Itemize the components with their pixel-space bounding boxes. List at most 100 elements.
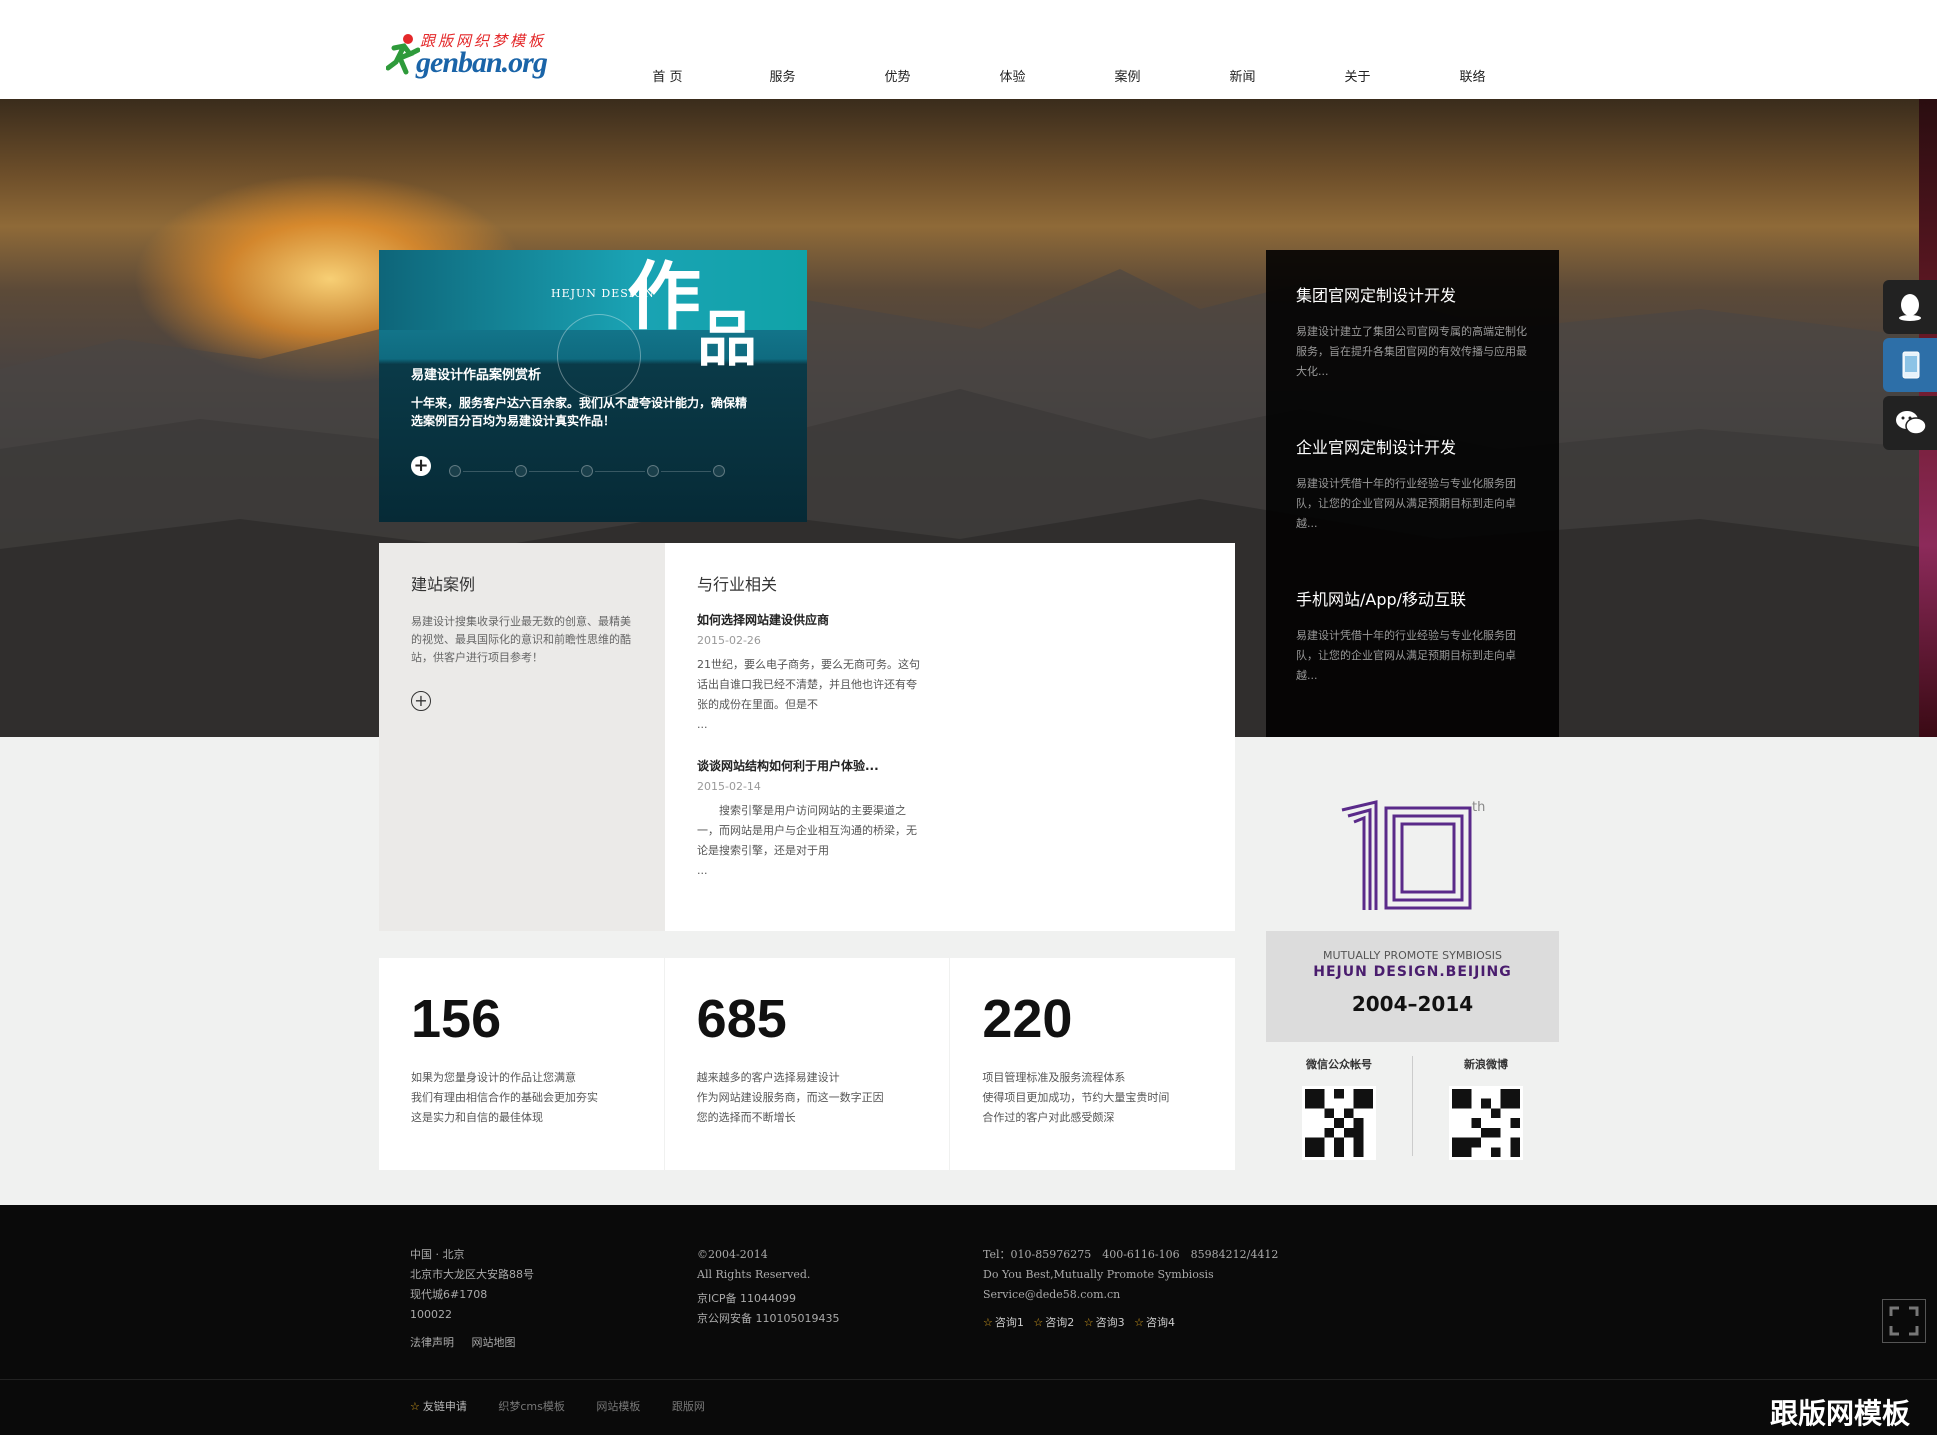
works-description: 十年来，服务客户达六百余家。我们从不虚夸设计能力，确保精选案例百分百均为易建设计… <box>411 396 748 428</box>
stats-row: 156 如果为您量身设计的作品让您满意 我们有理由相信合作的基础会更加夯实 这是… <box>379 958 1236 1170</box>
works-title: 易建设计作品案例赏析 <box>411 368 542 383</box>
footer-address: 中国 · 北京 北京市大龙区大安路88号 现代城6#1708 100022 法律… <box>410 1245 534 1353</box>
service-desc: 易建设计凭借十年的行业经验与专业化服务团队，让您的企业官网从满足预期目标到走向卓… <box>1296 477 1516 530</box>
service-desc: 易建设计凭借十年的行业经验与专业化服务团队，让您的企业官网从满足预期目标到走向卓… <box>1296 629 1516 682</box>
cases-box: 建站案例 易建设计搜集收录行业最无数的创意、最精美的视觉、最具国际化的意识和前瞻… <box>379 543 665 931</box>
wechat-float-button[interactable] <box>1883 396 1937 450</box>
stat-line: 这是实力和自信的最佳体现 <box>411 1111 543 1124</box>
friend-link[interactable]: 织梦cms模板 <box>498 1400 565 1413</box>
nav-services[interactable]: 服务 <box>725 66 840 85</box>
friend-link-apply[interactable]: 友链申请 <box>410 1400 467 1413</box>
works-steps-decoration <box>449 465 759 479</box>
works-showcase-card[interactable]: HEJUN DESIGN 作 品 易建设计作品案例赏析 十年来，服务客户达六百余… <box>379 250 807 522</box>
cases-title: 建站案例 <box>411 575 476 594</box>
wechat-qr-code-icon <box>1302 1086 1376 1160</box>
nav-contact[interactable]: 联络 <box>1415 66 1530 85</box>
stat-line: 合作过的客户对此感受颇深 <box>982 1111 1115 1124</box>
news-excerpt: 搜索引擎是用户访问网站的主要渠道之一，而网站是用户与企业相互沟通的桥梁，无论是搜… <box>697 804 917 857</box>
fullscreen-expand-icon[interactable] <box>1882 1299 1926 1343</box>
anniversary-line2: HEJUN DESIGN.BEIJING <box>1313 964 1512 980</box>
anniversary-years: 2004–2014 <box>1351 992 1474 1016</box>
cases-more-plus-icon[interactable]: + <box>411 691 431 711</box>
anniversary-label-box: MUTUALLY PROMOTE SYMBIOSIS HEJUN DESIGN.… <box>1266 931 1559 1042</box>
wechat-qr: 微信公众帐号 <box>1266 1056 1412 1160</box>
stat-card: 156 如果为您量身设计的作品让您满意 我们有理由相信合作的基础会更加夯实 这是… <box>379 958 664 1170</box>
consult-link[interactable]: 咨询4 <box>1134 1316 1175 1329</box>
weibo-qr-code-icon <box>1449 1086 1523 1160</box>
nav-about[interactable]: 关于 <box>1300 66 1415 85</box>
main-nav: 首 页 服务 优势 体验 案例 新闻 关于 联络 <box>610 66 1530 85</box>
service-item[interactable]: 集团官网定制设计开发 易建设计建立了集团公司官网专属的高端定制化服务，旨在提升各… <box>1296 282 1529 434</box>
anniversary-superscript: th <box>1472 800 1486 815</box>
stat-line: 使得项目更加成功，节约大量宝贵时间 <box>982 1091 1170 1104</box>
stat-number: 685 <box>696 989 787 1049</box>
anniversary-line1: MUTUALLY PROMOTE SYMBIOSIS <box>1323 949 1502 962</box>
address-line: 北京市大龙区大安路88号 <box>410 1268 534 1281</box>
news-more: ... <box>697 864 708 877</box>
qq-icon <box>1899 294 1921 321</box>
address-line: 中国 · 北京 <box>410 1248 465 1261</box>
wechat-qr-caption: 微信公众帐号 <box>1306 1058 1372 1071</box>
contact-tel: Tel：010-85976275 400-6116-106 85984212/4… <box>983 1248 1279 1261</box>
qr-code-area: 微信公众帐号 新浪微博 <box>1266 1042 1559 1172</box>
footer: 中国 · 北京 北京市大龙区大安路88号 现代城6#1708 100022 法律… <box>0 1205 1937 1435</box>
service-title: 企业官网定制设计开发 <box>1296 438 1457 457</box>
address-line: 现代城6#1708 <box>410 1288 488 1301</box>
service-item[interactable]: 企业官网定制设计开发 易建设计凭借十年的行业经验与专业化服务团队，让您的企业官网… <box>1296 434 1529 586</box>
brand-watermark: 跟版网模板 <box>1770 1397 1911 1430</box>
site-logo[interactable]: 跟版网织梦模板 genban.org <box>386 26 566 80</box>
nav-advantages[interactable]: 优势 <box>840 66 955 85</box>
news-section-title: 与行业相关 <box>697 575 778 594</box>
nav-cases[interactable]: 案例 <box>1070 66 1185 85</box>
weibo-qr: 新浪微博 <box>1413 1056 1559 1160</box>
news-title[interactable]: 如何选择网站建设供应商 <box>697 611 927 628</box>
stat-line: 我们有理由相信合作的基础会更加夯实 <box>411 1091 598 1104</box>
header: 跟版网织梦模板 genban.org 首 页 服务 优势 体验 案例 新闻 关于… <box>0 0 1937 99</box>
friend-link[interactable]: 跟版网 <box>672 1400 705 1413</box>
news-title[interactable]: 谈谈网站结构如何利于用户体验... <box>697 757 927 774</box>
footer-copyright: ©2004-2014 All Rights Reserved. 京ICP备 11… <box>697 1245 839 1329</box>
weibo-qr-caption: 新浪微博 <box>1464 1058 1508 1071</box>
sitemap-link[interactable]: 网站地图 <box>472 1336 516 1349</box>
services-panel: 集团官网定制设计开发 易建设计建立了集团公司官网专属的高端定制化服务，旨在提升各… <box>1266 250 1559 737</box>
icp-line[interactable]: 京ICP备 11044099 <box>697 1289 839 1309</box>
anniversary-badge: th <box>1266 760 1559 931</box>
nav-home[interactable]: 首 页 <box>610 66 725 85</box>
contact-email[interactable]: Service@dede58.com.cn <box>983 1285 1278 1305</box>
works-big-char-1: 作 <box>627 254 701 340</box>
news-item[interactable]: 谈谈网站结构如何利于用户体验... 2015-02-14 搜索引擎是用户访问网站… <box>697 757 927 881</box>
consult-link[interactable]: 咨询3 <box>1084 1316 1125 1329</box>
copyright-line: All Rights Reserved. <box>697 1268 811 1281</box>
consult-link[interactable]: 咨询1 <box>983 1316 1024 1329</box>
works-big-char-2: 品 <box>697 305 757 375</box>
qq-float-button[interactable] <box>1883 280 1937 334</box>
stat-card: 220 项目管理标准及服务流程体系 使得项目更加成功，节约大量宝贵时间 合作过的… <box>950 958 1236 1170</box>
icp-line[interactable]: 京公网安备 110105019435 <box>697 1309 839 1329</box>
nav-experience[interactable]: 体验 <box>955 66 1070 85</box>
news-date: 2015-02-26 <box>697 634 761 647</box>
cases-desc: 易建设计搜集收录行业最无数的创意、最精美的视觉、最具国际化的意识和前瞻性思维的酷… <box>411 615 631 664</box>
footer-divider <box>0 1379 1937 1380</box>
mobile-float-button[interactable] <box>1883 338 1937 392</box>
news-date: 2015-02-14 <box>697 780 761 793</box>
industry-news-box: 与行业相关 如何选择网站建设供应商 2015-02-26 21世纪，要么电子商务… <box>665 543 1235 931</box>
service-item[interactable]: 手机网站/App/移动互联 易建设计凭借十年的行业经验与专业化服务团队，让您的企… <box>1296 586 1529 738</box>
news-item[interactable]: 如何选择网站建设供应商 2015-02-26 21世纪，要么电子商务，要么无商可… <box>697 611 927 735</box>
service-desc: 易建设计建立了集团公司官网专属的高端定制化服务，旨在提升各集团官网的有效传播与应… <box>1296 325 1527 378</box>
copyright-line: ©2004-2014 <box>697 1248 768 1261</box>
nav-news[interactable]: 新闻 <box>1185 66 1300 85</box>
stat-card: 685 越来越多的客户选择易建设计 作为网站建设服务商，而这一数字正因 您的选择… <box>664 958 950 1170</box>
footer-contact: Tel：010-85976275 400-6116-106 85984212/4… <box>983 1245 1278 1333</box>
contact-slogan: Do You Best,Mutually Promote Symbiosis <box>983 1268 1214 1281</box>
works-more-plus-icon[interactable]: + <box>411 456 431 476</box>
logo-english-text: genban.org <box>416 46 548 79</box>
stat-line: 越来越多的客户选择易建设计 <box>696 1071 840 1084</box>
news-excerpt: 21世纪，要么电子商务，要么无商可务。这句话出自谁口我已经不清楚，并且他也许还有… <box>697 658 920 711</box>
stat-number: 220 <box>982 989 1073 1049</box>
legal-link[interactable]: 法律声明 <box>410 1336 454 1349</box>
news-more: ... <box>697 718 708 731</box>
consult-link[interactable]: 咨询2 <box>1033 1316 1074 1329</box>
friend-link[interactable]: 网站模板 <box>596 1400 640 1413</box>
address-line: 100022 <box>410 1308 452 1321</box>
friend-links: 友链申请 织梦cms模板 网站模板 跟版网 <box>410 1398 733 1414</box>
